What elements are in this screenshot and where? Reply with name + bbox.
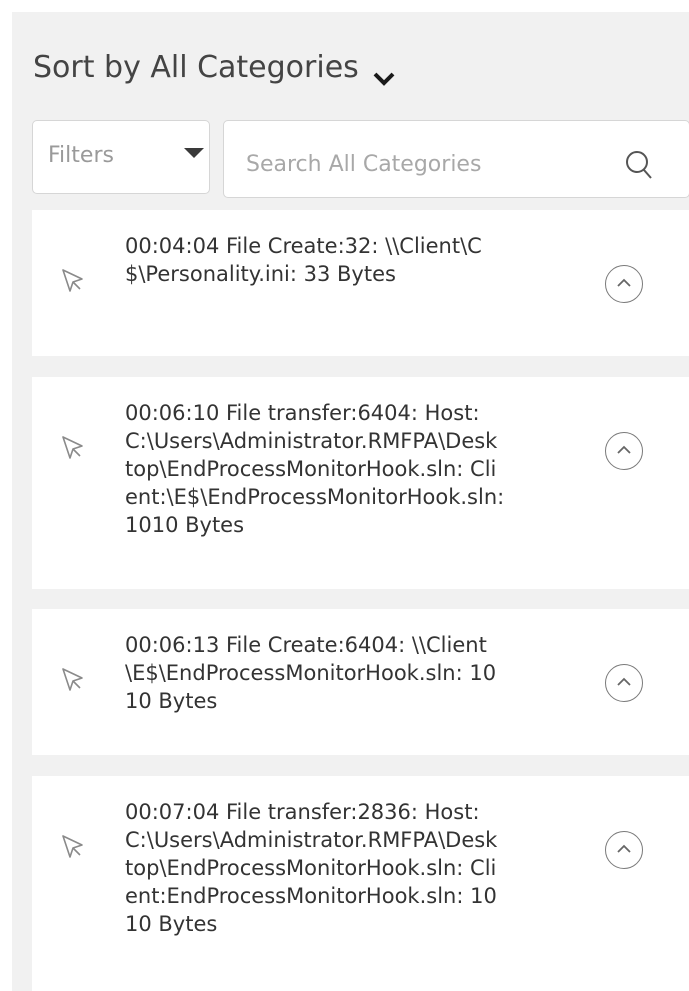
caret-down-icon [184,148,204,158]
event-panel: Sort by All Categories Filters Search Al… [12,12,689,991]
chevron-down-icon [373,60,395,86]
event-card[interactable]: 00:06:13 File Create:6404: \\Client\E$\E… [32,609,689,755]
filters-dropdown[interactable]: Filters [32,120,210,194]
sort-dropdown[interactable]: Sort by All Categories [33,50,395,86]
search-icon[interactable] [624,149,656,183]
expand-button[interactable] [605,432,643,470]
sort-label: Sort by All Categories [33,50,359,85]
filters-label: Filters [48,143,114,168]
cursor-icon [60,666,86,694]
cursor-icon [60,434,86,462]
event-card[interactable]: 00:04:04 File Create:32: \\Client\C$\Per… [32,210,689,356]
expand-button[interactable] [605,265,643,303]
search-placeholder: Search All Categories [246,152,482,177]
event-card[interactable]: 00:06:10 File transfer:6404: Host:C:\Use… [32,377,689,589]
event-text: 00:06:13 File Create:6404: \\Client\E$\E… [125,633,497,713]
event-text: 00:04:04 File Create:32: \\Client\C$\Per… [125,234,482,286]
expand-button[interactable] [605,664,643,702]
event-text: 00:07:04 File transfer:2836: Host:C:\Use… [125,800,498,936]
cursor-icon [60,833,86,861]
event-text: 00:06:10 File transfer:6404: Host:C:\Use… [125,401,505,537]
expand-button[interactable] [605,831,643,869]
event-card[interactable]: 00:07:04 File transfer:2836: Host:C:\Use… [32,776,689,991]
search-input[interactable]: Search All Categories [223,120,689,198]
cursor-icon [60,267,86,295]
